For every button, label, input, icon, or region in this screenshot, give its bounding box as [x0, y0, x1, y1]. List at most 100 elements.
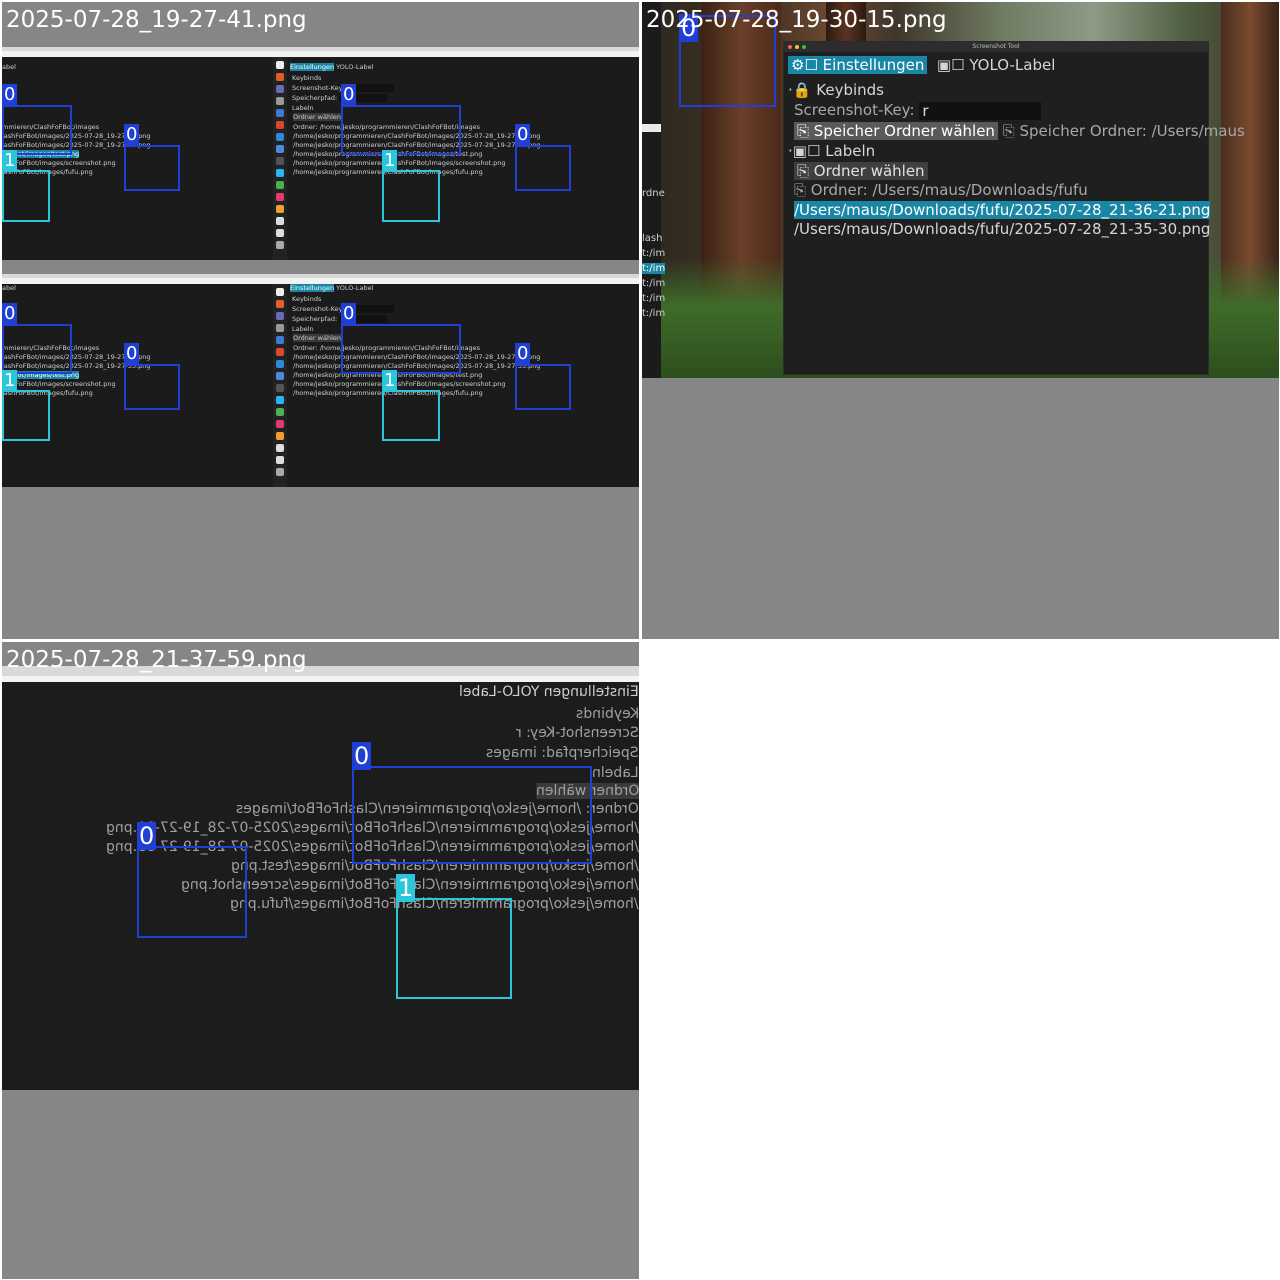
- mini-labeln: Labeln: [292, 325, 314, 333]
- screenshot-tool-window: Screenshot Tool ⚙☐ Einstellungen ▣☐ YOLO…: [783, 41, 1245, 375]
- mini-left-label: abel: [2, 284, 16, 292]
- save-folder-button[interactable]: ⎘ Speicher Ordner wählen: [794, 122, 998, 140]
- mirrored-row: Einstellungen YOLO-Label: [459, 684, 639, 700]
- bbox-class-1: [382, 390, 440, 441]
- tab-yolo-label-text: YOLO-Label: [969, 56, 1056, 74]
- bbox-label-0: 0: [124, 343, 140, 365]
- left-strip-text: lash: [642, 233, 663, 244]
- left-strip-text: t:/im: [642, 263, 666, 274]
- image-icon: ▣: [792, 142, 807, 160]
- mosaic-tile-3: Einstellungen YOLO-Label Keybinds Screen…: [2, 642, 639, 1279]
- bbox-class-1: [382, 170, 440, 222]
- bbox-class-1: [2, 170, 50, 222]
- mini-file[interactable]: /home/jesko/programmieren/ClashFoFBot/im…: [293, 380, 506, 388]
- bbox-class-0: [352, 766, 592, 864]
- bbox-label-1: 1: [2, 370, 18, 392]
- bbox-class-1: [2, 390, 50, 441]
- mini-path-label: Speicherpfad:: [292, 315, 338, 323]
- mosaic-tile-2: rdne lash t:/im t:/im t:/im t:/im t:/im …: [642, 2, 1279, 639]
- mini-left-file: lashFoFBot/images/screenshot.png: [2, 380, 116, 388]
- left-strip-text: t:/im: [642, 278, 666, 289]
- mirrored-row: Speicherpfad: images: [486, 745, 639, 761]
- folder-path: Ordner: /Users/maus/Downloads/fufu: [810, 181, 1088, 199]
- tab-einstellungen-label: Einstellungen: [822, 56, 925, 74]
- mini-keybinds: Keybinds: [292, 74, 322, 82]
- file-list-item[interactable]: /Users/maus/Downloads/fufu/2025-07-28_21…: [794, 220, 1210, 238]
- tile-title: 2025-07-28_19-27-41.png: [6, 7, 307, 33]
- mosaic-tile-1: 2025-07-28_19-27-41.png Einstellungen YO…: [2, 2, 639, 639]
- mini-choose-folder[interactable]: Ordner wählen: [293, 334, 342, 342]
- bbox-class-0: [341, 324, 461, 374]
- bbox-class-0: [124, 364, 180, 410]
- mini-settings-tab[interactable]: Einstellungen: [290, 63, 335, 71]
- tab-einstellungen[interactable]: ⚙☐ Einstellungen: [788, 56, 928, 74]
- bbox-class-0: [341, 105, 461, 155]
- bbox-label-1: 1: [2, 150, 18, 172]
- tile-title: 2025-07-28_19-30-15.png: [646, 7, 947, 33]
- mini-left-label: abel: [2, 63, 16, 71]
- mirrored-screenshot: Einstellungen YOLO-Label Keybinds Screen…: [2, 666, 639, 1090]
- save-folder-path: Speicher Ordner: /Users/maus: [1019, 122, 1245, 140]
- left-strip-text: t:/im: [642, 293, 666, 304]
- folder-icon: ⎘: [797, 162, 810, 180]
- mini-labeln: Labeln: [292, 104, 314, 112]
- mini-yolo-tab[interactable]: YOLO-Label: [336, 63, 373, 71]
- mini-choose-folder[interactable]: Ordner wählen: [293, 113, 342, 121]
- bbox-label-0: 0: [341, 303, 357, 325]
- bbox-label-0: 0: [124, 124, 140, 146]
- mirrored-row: Screenshot-Key: r: [516, 725, 639, 741]
- window-titlebar: Screenshot Tool: [784, 42, 1208, 52]
- bbox-class-0: [2, 105, 72, 155]
- screenshot-key-input[interactable]: r: [919, 101, 1042, 120]
- choose-folder-button[interactable]: ⎘ Ordner wählen: [794, 162, 928, 180]
- left-strip-text: rdne: [642, 188, 665, 199]
- file-list-item[interactable]: /Users/maus/Downloads/fufu/2025-07-28_21…: [794, 201, 1211, 219]
- choose-folder-button-label: Ordner wählen: [813, 162, 925, 180]
- bbox-label-0: 0: [137, 822, 157, 850]
- bbox-class-0: [124, 145, 180, 191]
- mirrored-row: Keybinds: [575, 706, 639, 722]
- save-folder-button-label: Speicher Ordner wählen: [813, 122, 995, 140]
- bbox-class-0: [137, 846, 247, 938]
- bbox-label-0: 0: [2, 84, 18, 106]
- mini-yolo-tab[interactable]: YOLO-Label: [336, 284, 373, 292]
- mini-dock: [273, 57, 287, 260]
- window-title: Screenshot Tool: [972, 43, 1020, 50]
- bbox-label-0: 0: [2, 303, 18, 325]
- mirrored-row: Labeln: [592, 765, 639, 781]
- image-icon: ▣: [936, 56, 952, 74]
- left-strip-text: t:/im: [642, 248, 666, 259]
- folder-icon: ⎘: [1002, 122, 1015, 140]
- bbox-class-0: [2, 324, 72, 374]
- mini-dock: [273, 284, 287, 487]
- labeln-heading: Labeln: [825, 142, 876, 160]
- bbox-label-0: 0: [352, 742, 372, 770]
- bbox-class-0: [515, 145, 571, 191]
- bbox-label-0: 0: [515, 343, 531, 365]
- gear-icon: ⚙: [791, 56, 805, 74]
- mirrored-window-bar: [2, 676, 639, 682]
- screenshot-key-label: Screenshot-Key:: [794, 101, 915, 119]
- mini-window-bar: [2, 51, 639, 57]
- mini-settings-tab[interactable]: Einstellungen: [290, 284, 335, 292]
- mini-file[interactable]: /home/jesko/programmieren/ClashFoFBot/im…: [293, 159, 506, 167]
- tile-title: 2025-07-28_21-37-59.png: [6, 647, 307, 673]
- bbox-label-0: 0: [341, 84, 357, 106]
- mini-keybinds: Keybinds: [292, 295, 322, 303]
- keybinds-heading: Keybinds: [816, 81, 884, 99]
- mini-path-label: Speicherpfad:: [292, 94, 338, 102]
- bbox-label-1: 1: [382, 150, 398, 172]
- bbox-label-1: 1: [396, 874, 416, 902]
- left-strip-text: t:/im: [642, 308, 666, 319]
- bbox-label-1: 1: [382, 370, 398, 392]
- folder-icon: ⎘: [797, 122, 810, 140]
- left-app-strip: rdne lash t:/im t:/im t:/im t:/im t:/im: [642, 2, 666, 378]
- bbox-class-1: [396, 898, 512, 999]
- mini-left-file: lashFoFBot/images/screenshot.png: [2, 159, 116, 167]
- mini-key-label: Screenshot-Key:: [292, 84, 345, 92]
- tab-yolo-label[interactable]: ▣☐ YOLO-Label: [932, 56, 1055, 74]
- folder-icon: ⎘: [794, 181, 807, 199]
- bbox-label-0: 0: [515, 124, 531, 146]
- bbox-class-0: [515, 364, 571, 410]
- lock-icon: 🔒: [792, 81, 812, 99]
